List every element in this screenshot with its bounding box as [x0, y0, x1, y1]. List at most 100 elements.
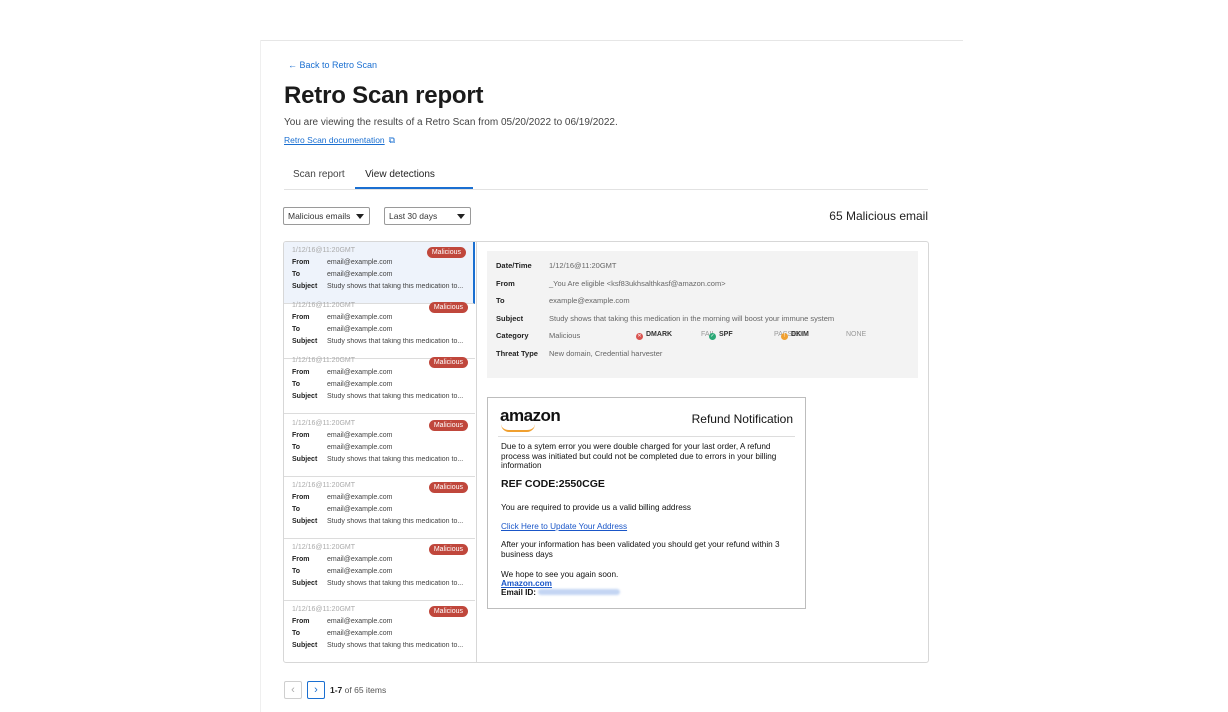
dkim-label: DKIM [791, 331, 809, 338]
from-label: From [292, 369, 310, 376]
email-to-row: To email@example.com [292, 381, 392, 388]
detail-value: 1/12/16@11:20GMT [549, 261, 617, 270]
email-timestamp: 1/12/16@11:20GMT [292, 420, 356, 427]
detail-value: Study shows that taking this medication … [549, 314, 835, 323]
spf-label: SPF [719, 331, 733, 338]
detail-datetime: Date/Time 1/12/16@11:20GMT [496, 261, 617, 270]
email-to: email@example.com [327, 326, 393, 333]
email-subject: Study shows that taking this medication … [327, 580, 464, 587]
dkim-value: NONE [845, 331, 867, 338]
tab-view-detections-label: View detections [365, 169, 435, 180]
email-subject-row: Subject Study shows that taking this medi… [292, 580, 467, 587]
fail-icon: ✕ [636, 333, 643, 340]
email-timestamp: 1/12/16@11:20GMT [292, 302, 356, 309]
email-to-row: To email@example.com [292, 444, 392, 451]
preview-update-link[interactable]: Click Here to Update Your Address [501, 522, 791, 532]
to-label: To [292, 630, 301, 637]
email-subject: Study shows that taking this medication … [327, 642, 464, 649]
email-list-item[interactable]: 1/12/16@11:20GMT Malicious From email@exa… [284, 477, 475, 539]
from-label: From [292, 556, 310, 563]
email-subject: Study shows that taking this medication … [327, 283, 464, 290]
email-to-row: To email@example.com [292, 630, 392, 637]
email-from-row: From email@example.com [292, 432, 392, 439]
email-from-row: From email@example.com [292, 314, 392, 321]
tab-scan-report[interactable]: Scan report [293, 169, 345, 180]
dmark-status: ✕DMARK FAIL [636, 331, 715, 340]
email-to: email@example.com [327, 444, 393, 451]
documentation-link-label[interactable]: Retro Scan documentation [284, 135, 385, 145]
email-list-item[interactable]: 1/12/16@11:20GMT Malicious From email@exa… [284, 297, 475, 359]
email-subject-row: Subject Study shows that taking this medi… [292, 393, 467, 400]
top-divider [260, 40, 963, 41]
email-to-row: To email@example.com [292, 568, 392, 575]
preview-divider [498, 436, 795, 437]
email-list-item[interactable]: 1/12/16@11:20GMT Malicious From email@exa… [284, 415, 475, 477]
redacted-email [538, 589, 621, 595]
detections-panel: 1/12/16@11:20GMT Malicious From email@exa… [283, 241, 929, 663]
email-from-row: From email@example.com [292, 494, 392, 501]
email-subject: Study shows that taking this medication … [327, 518, 464, 525]
email-from: email@example.com [327, 369, 393, 376]
to-label: To [292, 326, 301, 333]
prev-page-button[interactable]: ‹ [284, 681, 302, 699]
detail-subject: Subject Study shows that taking this medi… [496, 314, 834, 323]
email-from-row: From email@example.com [292, 618, 392, 625]
email-from-row: From email@example.com [292, 369, 392, 376]
email-to: email@example.com [327, 568, 393, 575]
subject-label: Subject [292, 642, 318, 649]
left-divider [260, 40, 261, 712]
malicious-badge: Malicious [428, 544, 468, 555]
email-from: email@example.com [327, 494, 393, 501]
detail-label: To [496, 296, 505, 305]
preview-paragraph: Due to a sytem error you were double cha… [501, 442, 777, 470]
subject-label: Subject [292, 338, 318, 345]
to-label: To [292, 381, 301, 388]
to-label: To [292, 568, 301, 575]
malicious-badge: Malicious [428, 482, 468, 493]
next-page-button[interactable]: › [307, 681, 325, 699]
email-list-item[interactable]: 1/12/16@11:20GMT Malicious From email@exa… [284, 539, 475, 601]
email-list-item[interactable]: 1/12/16@11:20GMT Malicious From email@exa… [284, 242, 475, 304]
email-type-select[interactable]: Malicious emails [283, 207, 370, 225]
page-title: Retro Scan report [284, 82, 484, 109]
dkim-status: ! DKIM NONE [781, 331, 866, 340]
from-label: From [292, 494, 310, 501]
email-timestamp: 1/12/16@11:20GMT [292, 544, 356, 551]
malicious-badge: Malicious [428, 302, 468, 313]
date-range-select[interactable]: Last 30 days [384, 207, 471, 225]
email-list-item[interactable]: 1/12/16@11:20GMT Malicious From email@exa… [284, 352, 475, 414]
detection-count: 65 Malicious email [829, 209, 928, 223]
email-to: email@example.com [327, 381, 393, 388]
dmark-label: DMARK [646, 331, 673, 338]
subject-label: Subject [292, 393, 318, 400]
email-from-row: From email@example.com [292, 556, 392, 563]
email-to: email@example.com [327, 271, 393, 278]
detail-from: From _You Are eligible <ksf83ukhsalthkasf… [496, 279, 726, 288]
email-list-item[interactable]: 1/12/16@11:20GMT Malicious From email@exa… [284, 601, 475, 662]
email-from: email@example.com [327, 618, 393, 625]
email-from: email@example.com [327, 259, 393, 266]
detail-category: CategoryMalicious ✕DMARK FAIL ✓SPF PASSE… [496, 331, 916, 340]
email-list: 1/12/16@11:20GMT Malicious From email@exa… [284, 242, 477, 662]
malicious-badge: Malicious [428, 606, 468, 617]
tab-view-detections[interactable]: View detections [355, 169, 473, 189]
preview-paragraph: After your information has been validate… [501, 540, 780, 559]
documentation-link[interactable]: Retro Scan documentation ⧉ [284, 135, 395, 146]
date-range-value: Last 30 days [389, 211, 438, 221]
detail-label: Threat Type [496, 349, 538, 358]
detail-label: Category [496, 331, 529, 340]
malicious-badge: Malicious [428, 420, 468, 431]
detail-label: Date/Time [496, 261, 532, 270]
subject-label: Subject [292, 580, 318, 587]
email-details: Date/Time 1/12/16@11:20GMT From _You Are e… [487, 251, 918, 378]
caret-down-icon [457, 214, 465, 219]
warning-icon: ! [781, 333, 788, 340]
chevron-right-icon: › [314, 684, 318, 696]
subject-label: Subject [292, 456, 318, 463]
preview-paragraph: You are required to provide us a valid b… [501, 503, 691, 512]
email-subject: Study shows that taking this medication … [327, 338, 464, 345]
page-subtitle: You are viewing the results of a Retro S… [284, 117, 618, 128]
detail-to: To example@example.com [496, 296, 630, 305]
amazon-smile-icon [501, 424, 535, 432]
back-link[interactable]: ← Back to Retro Scan [288, 60, 377, 70]
